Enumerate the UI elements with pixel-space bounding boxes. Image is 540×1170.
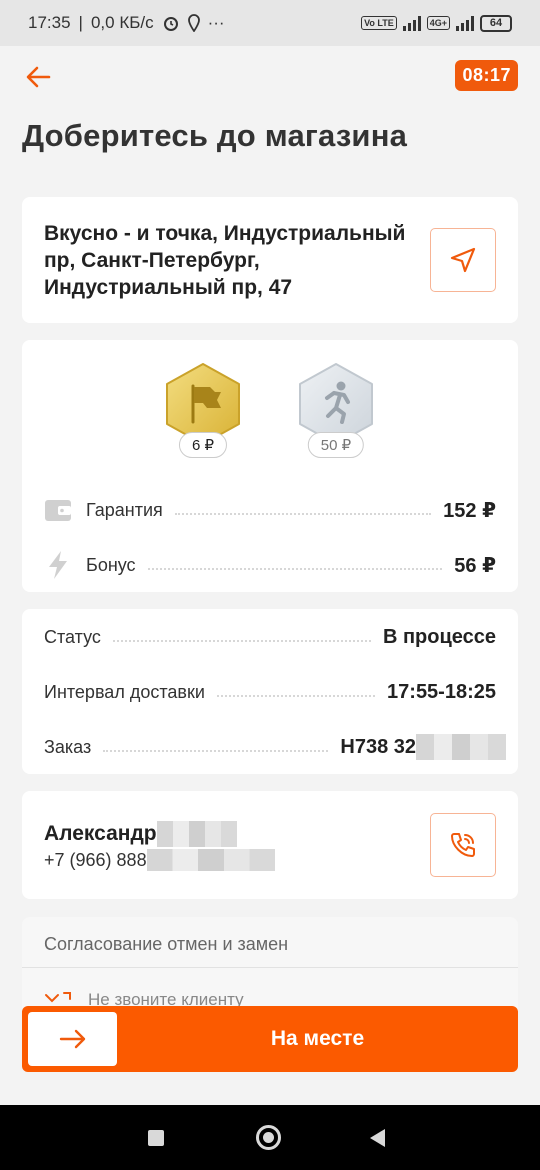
clock: 17:35 [28,13,71,32]
order-number: Н738 32 [340,735,416,758]
store-address-card: Вкусно - и точка, Индустриальный пр, Сан… [22,197,518,323]
cancel-replace-card: Согласование отмен и замен Не звоните кл… [22,917,518,1017]
rewards-card: 6 ₽ 50 ₽ [22,340,518,482]
gold-badge-amount: 6 ₽ [178,432,228,458]
more-notifications: ··· [207,13,225,32]
call-customer-button[interactable] [430,813,496,877]
signal-icon [402,15,421,31]
customer-name-row: Александр [44,821,237,847]
phone-call-icon [451,833,475,857]
gold-badge[interactable]: 6 ₽ [163,362,243,458]
slide-handle[interactable] [28,1012,117,1066]
interval-value: 17:55-18:25 [387,680,496,703]
arrow-left-icon [26,66,51,88]
divider [22,967,518,968]
redacted-order-number [416,734,506,760]
volte-badge: Vo LTE [361,16,397,30]
signal-icon-2 [456,15,474,31]
location-pin-icon [187,14,200,32]
home-icon[interactable] [256,1125,281,1150]
order-label: Заказ [44,736,92,757]
lightning-icon [49,551,67,579]
dotted-leader [174,513,432,515]
status-row: Статус В процессе [44,622,496,652]
back-triangle-icon[interactable] [370,1129,385,1147]
arrived-button[interactable]: На месте [22,1006,518,1072]
navigation-arrow-icon [450,247,476,273]
interval-row: Интервал доставки 17:55-18:25 [44,677,496,707]
back-button[interactable] [22,60,56,94]
customer-name: Александр [44,822,157,845]
separator: | [78,13,83,32]
address-line-2: пр, Санкт-Петербург, [44,249,260,272]
silver-badge[interactable]: 50 ₽ [296,362,376,458]
dotted-leader [103,750,329,752]
dotted-leader [112,640,371,642]
silver-badge-amount: 50 ₽ [307,432,365,458]
app-header: 08:17 [0,46,540,114]
bonus-label: Бонус [86,554,136,575]
arrow-right-icon [59,1029,85,1049]
customer-phone: +7 (966) 888 [44,849,147,870]
store-address: Вкусно - и точка, Индустриальный пр, Сан… [44,220,424,301]
redacted-phone [146,849,275,871]
address-line-3: Индустриальный пр, 47 [44,276,293,299]
system-navigation-bar [0,1105,540,1170]
status-label: Статус [44,626,101,647]
countdown-timer: 08:17 [455,60,518,91]
status-value: В процессе [382,625,496,648]
bonus-value: 56 ₽ [454,554,496,577]
payments-card: Гарантия 152 ₽ Бонус 56 ₽ [22,482,518,592]
approval-title: Согласование отмен и замен [44,934,289,954]
dotted-leader [216,695,376,697]
guarantee-value: 152 ₽ [443,499,496,522]
battery-icon: 64 [480,14,512,32]
dotted-leader [147,568,443,570]
status-right: Vo LTE 4G+ 64 [361,14,512,32]
guarantee-row: Гарантия 152 ₽ [44,495,496,525]
customer-contact-card: Александр +7 (966) 888 [22,791,518,899]
recent-apps-icon[interactable] [148,1130,164,1146]
interval-label: Интервал доставки [44,681,205,702]
network-type-badge: 4G+ [426,16,450,30]
page-title: Доберитесь до магазина [22,118,408,153]
customer-phone-row: +7 (966) 888 [44,849,275,871]
alarm-icon [163,17,178,31]
redacted-name [156,821,237,847]
network-speed: 0,0 КБ/с [90,13,154,32]
system-status-bar: 17:35 | 0,0 КБ/с ··· Vo LTE 4G+ 64 [0,0,540,46]
navigate-button[interactable] [430,228,496,292]
arrived-button-label: На месте [270,1027,365,1050]
guarantee-label: Гарантия [86,499,163,520]
wallet-icon [45,500,71,521]
address-line-1: Вкусно - и точка, Индустриальный [44,222,406,245]
order-info-card: Статус В процессе Интервал доставки 17:5… [22,609,518,774]
order-row: Заказ Н738 32 [44,732,506,762]
bonus-row: Бонус 56 ₽ [44,550,496,580]
status-left: 17:35 | 0,0 КБ/с ··· [28,13,225,33]
